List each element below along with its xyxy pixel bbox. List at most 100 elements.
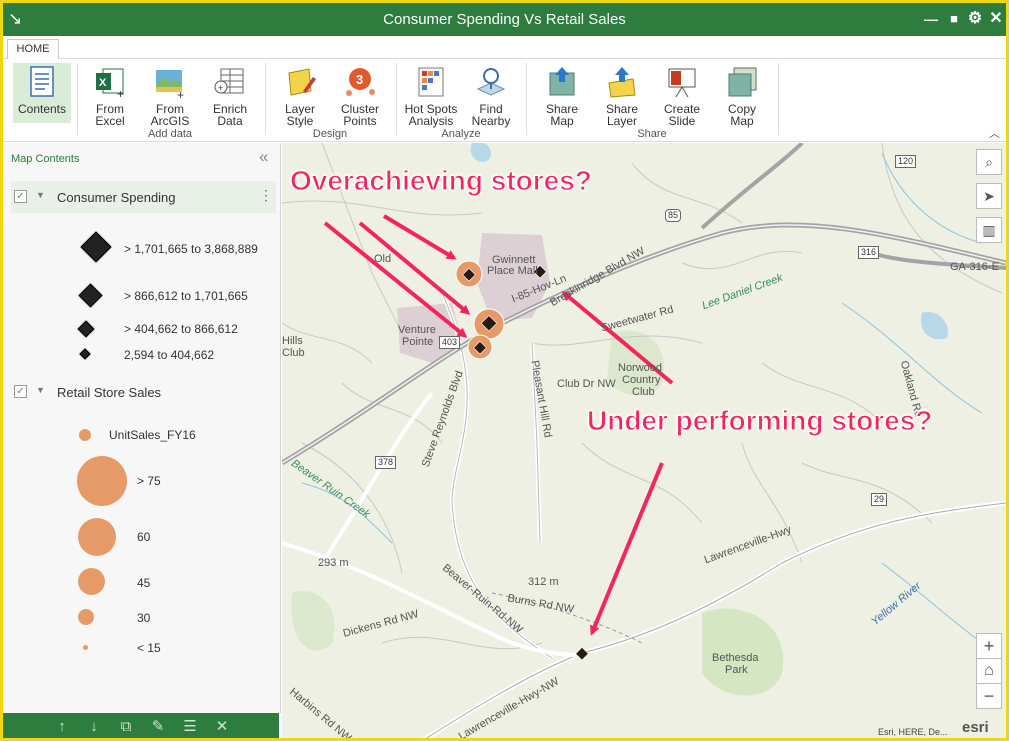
route-shield: 316 — [858, 246, 880, 259]
from-arcgis-button[interactable]: + From ArcGIS — [141, 63, 199, 127]
group-label-share: Share — [637, 128, 667, 140]
create-slide-button[interactable]: Create Slide — [653, 63, 711, 127]
annotation-overachieving: Overachieving stores? — [290, 165, 593, 197]
contents-icon — [30, 66, 54, 97]
legend-label: < 15 — [137, 641, 161, 655]
legend-label: 60 — [137, 530, 151, 544]
layer-style-icon — [288, 68, 316, 96]
move-down-arrow-icon[interactable]: ↓ — [83, 717, 105, 737]
collapse-ribbon-chevron-icon[interactable]: ︿ — [989, 125, 1000, 141]
group-separator — [265, 63, 266, 135]
cluster-points-button[interactable]: 3 Cluster Points — [331, 63, 389, 127]
title-bar: ↘ Consumer Spending Vs Retail Sales — ■ … — [3, 3, 1006, 36]
map-canvas — [282, 143, 1006, 738]
zoom-in-button[interactable]: + — [976, 633, 1002, 659]
legend-diamond-small — [77, 320, 95, 338]
svg-text:+: + — [117, 87, 124, 99]
group-separator — [778, 63, 779, 135]
layer-row-consumer-spending[interactable]: ✓ ▼ Consumer Spending ⋮ — [11, 181, 276, 213]
route-shield: 120 — [895, 155, 917, 168]
enrich-data-button[interactable]: + Enrich Data — [201, 63, 259, 127]
map-label-ga316: GA-316-E — [950, 261, 999, 273]
layer-row-retail-store-sales[interactable]: ✓ ▼ Retail Store Sales — [11, 376, 276, 408]
group-label-design: Design — [312, 128, 348, 140]
map-attribution[interactable]: Esri, HERE, De... — [878, 727, 948, 737]
map-label-place-mall: Place Mall — [487, 265, 538, 277]
find-label-2: Nearby — [471, 114, 511, 128]
layer-visibility-checkbox[interactable]: ✓ — [14, 190, 27, 203]
find-nearby-icon — [476, 68, 506, 96]
from-arcgis-label-2: ArcGIS — [150, 114, 190, 128]
legend-label: 30 — [137, 611, 151, 625]
map-label-norwood: Norwood — [618, 362, 663, 374]
layer-style-button[interactable]: Layer Style — [271, 63, 329, 127]
layer-style-label-2: Style — [286, 114, 314, 128]
route-shield: 378 — [375, 456, 397, 469]
group-label-add-data: Add data — [147, 128, 193, 140]
basemap-icon[interactable]: ▥ — [976, 217, 1002, 243]
hot-spots-icon — [418, 67, 444, 97]
map-label-bethesda: Bethesda — [712, 652, 759, 664]
share-map-button[interactable]: Share Map — [533, 63, 591, 127]
home-extent-icon[interactable]: ⌂ — [976, 658, 1002, 684]
zoom-out-button[interactable]: − — [976, 683, 1002, 709]
map-label-hills: Hills — [282, 335, 303, 347]
map-search-icon[interactable]: ⌕ — [976, 149, 1002, 175]
map-view[interactable]: Gwinnett Place Mall Venture Pointe Norwo… — [282, 143, 1006, 738]
expand-triangle-icon[interactable]: ▼ — [36, 385, 45, 395]
layer-options-menu-icon[interactable]: ⋮ — [259, 187, 273, 204]
group-separator — [396, 63, 397, 135]
minimize-button[interactable]: — — [921, 8, 941, 30]
layer-name: Consumer Spending — [57, 190, 176, 205]
hot-spots-analysis-button[interactable]: Hot Spots Analysis — [402, 63, 460, 127]
map-label-pointe: Pointe — [402, 336, 434, 348]
map-label-country: Country — [622, 374, 661, 386]
legend-circle-m — [78, 568, 105, 595]
settings-gear-icon[interactable]: ⚙ — [965, 8, 985, 30]
legend-label: > 866,612 to 1,701,665 — [124, 289, 248, 303]
esri-logo: esri — [962, 719, 989, 736]
hotspots-label-2: Analysis — [408, 114, 454, 128]
cluster-badge: 3 — [356, 72, 363, 87]
excel-icon: X + — [96, 68, 124, 99]
tab-home[interactable]: HOME — [7, 39, 59, 60]
map-label-elevation-293: 293 m — [318, 557, 349, 569]
legend-label: > 404,662 to 866,612 — [124, 322, 238, 336]
contents-button[interactable]: Contents — [13, 63, 71, 123]
map-label-old: Old — [374, 253, 392, 265]
svg-text:+: + — [218, 83, 223, 93]
remove-layer-icon[interactable]: ✕ — [211, 717, 233, 737]
route-shield: 403 — [439, 336, 461, 349]
map-select-pointer-icon[interactable]: ➤ — [976, 183, 1002, 209]
share-map-icon — [549, 67, 575, 96]
rename-layer-icon[interactable]: ✎ — [147, 717, 169, 737]
layer-list-icon[interactable]: ☰ — [179, 717, 201, 737]
map-label-club: Club — [632, 386, 655, 398]
annotation-arrow — [590, 462, 664, 636]
maximize-button[interactable]: ■ — [944, 8, 964, 30]
from-excel-button[interactable]: X + From Excel — [81, 63, 139, 127]
route-shield: 29 — [871, 493, 888, 506]
copy-map-icon — [728, 67, 757, 97]
from-excel-label-2: Excel — [95, 114, 125, 128]
legend-label: 2,594 to 404,662 — [124, 348, 215, 362]
legend-field-circle — [79, 429, 91, 441]
create-slide-icon — [668, 68, 696, 98]
legend-label: > 1,701,665 to 3,868,889 — [124, 242, 258, 256]
copy-map-button[interactable]: Copy Map — [713, 63, 771, 127]
move-up-arrow-icon[interactable]: ↑ — [51, 717, 73, 737]
share-layer-button[interactable]: Share Layer — [593, 63, 651, 127]
collapse-panel-icon[interactable]: « — [259, 147, 268, 167]
svg-text:X: X — [99, 77, 107, 89]
ribbon-tab-row: HOME — [3, 36, 1006, 60]
close-button[interactable]: ✕ — [986, 8, 1006, 30]
annotation-arrow — [358, 221, 471, 315]
app-window: ↘ Consumer Spending Vs Retail Sales — ■ … — [0, 0, 1009, 741]
legend-diamond-tiny — [79, 348, 91, 360]
layer-visibility-checkbox[interactable]: ✓ — [14, 385, 27, 398]
find-nearby-button[interactable]: Find Nearby — [462, 63, 520, 127]
copy-layer-icon[interactable]: ⧉ — [115, 717, 137, 737]
legend-diamond-medium — [78, 283, 103, 308]
expand-triangle-icon[interactable]: ▼ — [36, 190, 45, 200]
annotation-underperforming: Under performing stores? — [586, 405, 933, 437]
